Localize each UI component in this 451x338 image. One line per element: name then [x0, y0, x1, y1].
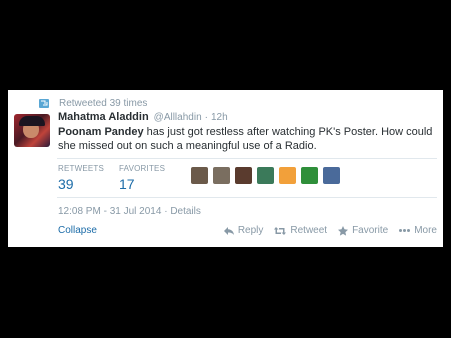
retweets-label: RETWEETS: [58, 164, 105, 173]
retweet-icon: [39, 98, 49, 108]
avatar[interactable]: [14, 114, 50, 147]
reply-label: Reply: [237, 225, 264, 236]
retweeter-avatar[interactable]: [257, 167, 274, 184]
favorite-label: Favorite: [352, 225, 389, 236]
star-icon: [338, 225, 349, 236]
tweet-actions: Reply Retweet Favorite More: [213, 225, 437, 236]
tweet-text: Poonam Pandey has just got restless afte…: [58, 125, 438, 153]
retweet-button[interactable]: Retweet: [274, 225, 327, 236]
favorite-button[interactable]: Favorite: [338, 225, 388, 236]
retweet-context: Retweeted 39 times: [39, 96, 147, 110]
favorites-value: 17: [119, 176, 135, 192]
retweets-value: 39: [58, 176, 74, 192]
retweeter-avatar[interactable]: [191, 167, 208, 184]
author-handle[interactable]: @Alllahdin: [154, 112, 202, 123]
details-link[interactable]: Details: [170, 206, 201, 217]
retweeter-avatar[interactable]: [323, 167, 340, 184]
reply-button[interactable]: Reply: [223, 225, 264, 236]
timestamp[interactable]: 12:08 PM - 31 Jul 2014: [58, 206, 161, 217]
collapse-link[interactable]: Collapse: [58, 225, 97, 236]
retweeter-avatar[interactable]: [213, 167, 230, 184]
more-button[interactable]: More: [399, 225, 437, 236]
retweeter-avatar[interactable]: [279, 167, 296, 184]
retweeter-avatar[interactable]: [301, 167, 318, 184]
retweet-label: Retweet: [290, 225, 328, 236]
more-icon: [399, 229, 411, 232]
author-name[interactable]: Mahatma Aladdin: [58, 111, 149, 123]
retweet-count-text[interactable]: Retweeted 39 times: [59, 98, 147, 109]
retweet-action-icon: [274, 226, 287, 235]
tweet-meta: 12:08 PM - 31 Jul 2014 · Details: [58, 206, 201, 217]
favorites-stat[interactable]: FAVORITES 17: [119, 164, 165, 192]
retweets-stat[interactable]: RETWEETS 39: [58, 164, 104, 192]
divider-top: [57, 158, 437, 159]
more-label: More: [414, 225, 437, 236]
divider-bottom: [57, 197, 437, 198]
reply-icon: [223, 226, 234, 235]
retweeter-avatar[interactable]: [235, 167, 252, 184]
tweet-card: Retweeted 39 times Mahatma Aladdin @Alll…: [8, 90, 443, 247]
meta-separator: ·: [164, 206, 168, 217]
tweet-time[interactable]: 12h: [211, 112, 228, 123]
tweet-header: Mahatma Aladdin @Alllahdin · 12h: [58, 111, 228, 123]
header-separator: ·: [204, 112, 208, 123]
favorites-label: FAVORITES: [119, 164, 166, 173]
retweeter-avatars: [191, 167, 345, 184]
mentioned-name: Poonam Pandey: [58, 126, 144, 138]
